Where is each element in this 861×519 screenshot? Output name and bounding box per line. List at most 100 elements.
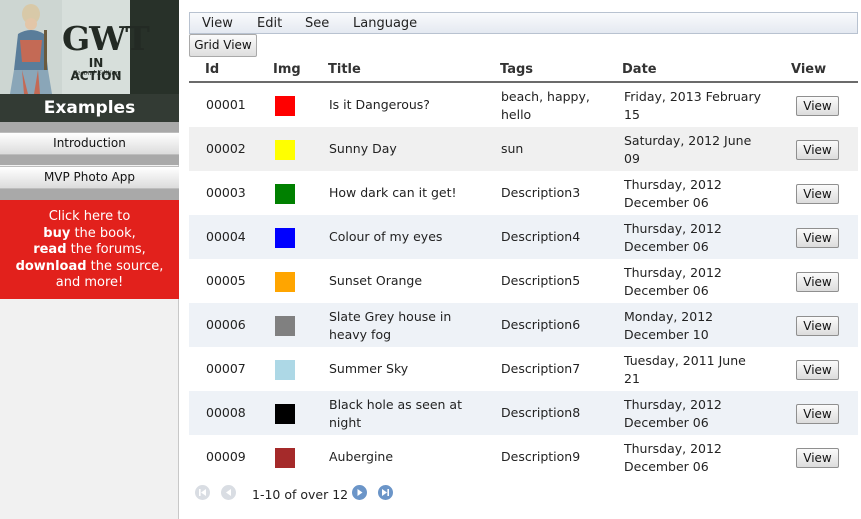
cell-line: Saturday, 2012 June bbox=[624, 133, 752, 148]
column-header-view[interactable]: View bbox=[791, 62, 826, 77]
previous-page-icon[interactable] bbox=[221, 485, 236, 500]
menu-view[interactable]: View bbox=[202, 16, 233, 31]
view-button[interactable]: View bbox=[796, 360, 839, 380]
column-header-id[interactable]: Id bbox=[205, 62, 219, 77]
color-swatch-image[interactable] bbox=[275, 96, 295, 116]
column-header-tags[interactable]: Tags bbox=[500, 62, 533, 77]
table-row-00007[interactable]: 00007 Summer Sky Description7 Tuesday, 2… bbox=[189, 347, 858, 391]
cell-line: How dark can it get! bbox=[329, 185, 457, 200]
cell-line: sun bbox=[501, 141, 524, 156]
first-page-icon[interactable] bbox=[195, 485, 210, 500]
cell-line: Description7 bbox=[501, 361, 581, 376]
table-row-00001[interactable]: 00001 Is it Dangerous? beach, happy, hell… bbox=[189, 83, 858, 127]
last-page-icon[interactable] bbox=[378, 485, 393, 500]
sidebar-divider bbox=[0, 122, 179, 132]
pager-status: 1-10 of over 12 bbox=[252, 487, 349, 502]
cell-title: Summer Sky bbox=[329, 361, 408, 376]
cell-line: 21 bbox=[624, 371, 640, 386]
promo-line: download the source, bbox=[0, 259, 179, 276]
view-button[interactable]: View bbox=[796, 140, 839, 160]
cell-date: Thursday, 2012 December 06 bbox=[624, 396, 722, 432]
cell-title: Is it Dangerous? bbox=[329, 97, 430, 112]
cell-line: Monday, 2012 bbox=[624, 309, 714, 324]
cell-title: Sunny Day bbox=[329, 141, 397, 156]
color-swatch-image[interactable] bbox=[275, 448, 295, 468]
color-swatch-image[interactable] bbox=[275, 360, 295, 380]
cell-line: Summer Sky bbox=[329, 361, 409, 376]
cell-line: beach, happy, bbox=[501, 89, 590, 104]
logo-edition-text: Second Edition bbox=[72, 70, 120, 77]
cell-line: December 06 bbox=[624, 239, 709, 254]
cell-id: 00008 bbox=[206, 405, 246, 420]
cell-line: Description4 bbox=[501, 229, 581, 244]
cell-title: Colour of my eyes bbox=[329, 229, 442, 244]
cell-line: Sunset Orange bbox=[329, 273, 423, 288]
table-row-00003[interactable]: 00003 How dark can it get! Description3 … bbox=[189, 171, 858, 215]
cell-title: Sunset Orange bbox=[329, 273, 422, 288]
menu-edit[interactable]: Edit bbox=[257, 16, 282, 31]
view-button[interactable]: View bbox=[796, 96, 839, 116]
cell-line: 15 bbox=[624, 107, 640, 122]
table-row-00005[interactable]: 00005 Sunset Orange Description5 Thursda… bbox=[189, 259, 858, 303]
table-row-00002[interactable]: 00002 Sunny Day sun Saturday, 2012 June 0… bbox=[189, 127, 858, 171]
promo-download: download bbox=[15, 258, 87, 274]
promo-buy: buy bbox=[43, 225, 71, 241]
cell-tags: beach, happy, hello bbox=[501, 88, 590, 124]
cell-line: Description8 bbox=[501, 405, 581, 420]
view-button[interactable]: View bbox=[796, 272, 839, 292]
table-row-00009[interactable]: 00009 Aubergine Description9 Thursday, 2… bbox=[189, 435, 858, 479]
menu-see[interactable]: See bbox=[305, 16, 329, 31]
table-row-00004[interactable]: 00004 Colour of my eyes Description4 Thu… bbox=[189, 215, 858, 259]
book-cover-illustration bbox=[0, 0, 62, 94]
gwt-in-action-logo[interactable]: GWT IN ACTION Second Edition bbox=[0, 0, 179, 94]
menu-language[interactable]: Language bbox=[353, 16, 417, 31]
cell-line: Slate Grey house in bbox=[329, 309, 452, 324]
view-button[interactable]: View bbox=[796, 316, 839, 336]
cell-date: Thursday, 2012 December 06 bbox=[624, 264, 722, 300]
promo-read-rest: the forums, bbox=[66, 242, 146, 257]
table-row-00008[interactable]: 00008 Black hole as seen at night Descrip… bbox=[189, 391, 858, 435]
cell-line: Is it Dangerous? bbox=[329, 97, 430, 112]
menu-bar: View Edit See Language bbox=[189, 12, 858, 34]
color-swatch-image[interactable] bbox=[275, 228, 295, 248]
cell-tags: Description8 bbox=[501, 405, 580, 420]
cell-title: Slate Grey house in heavy fog bbox=[329, 308, 451, 344]
sidebar-item-mvp-photo-app[interactable]: MVP Photo App bbox=[0, 166, 179, 189]
cell-line: December 10 bbox=[624, 327, 709, 342]
logo-gwt-text: GWT bbox=[62, 19, 150, 58]
sidebar: GWT IN ACTION Second Edition Examples In… bbox=[0, 0, 179, 519]
color-swatch-image[interactable] bbox=[275, 316, 295, 336]
cell-line: Tuesday, 2011 June bbox=[624, 353, 746, 368]
cell-id: 00006 bbox=[206, 317, 246, 332]
cell-tags: Description7 bbox=[501, 361, 580, 376]
color-swatch-image[interactable] bbox=[275, 184, 295, 204]
column-header-img[interactable]: Img bbox=[273, 62, 301, 77]
color-swatch-image[interactable] bbox=[275, 404, 295, 424]
promo-line: read the forums, bbox=[0, 242, 179, 259]
cell-id: 00001 bbox=[206, 97, 246, 112]
view-button[interactable]: View bbox=[796, 228, 839, 248]
cell-line: December 06 bbox=[624, 195, 709, 210]
grid-view-button[interactable]: Grid View bbox=[189, 34, 257, 57]
cell-line: December 06 bbox=[624, 415, 709, 430]
promo-banner[interactable]: Click here to buy the book, read the for… bbox=[0, 200, 179, 299]
column-header-date[interactable]: Date bbox=[622, 62, 657, 77]
next-page-icon[interactable] bbox=[352, 485, 367, 500]
cell-line: heavy fog bbox=[329, 327, 392, 342]
cell-line: Description6 bbox=[501, 317, 581, 332]
view-button[interactable]: View bbox=[796, 448, 839, 468]
cell-line: hello bbox=[501, 107, 532, 122]
cell-date: Thursday, 2012 December 06 bbox=[624, 220, 722, 256]
cell-line: December 06 bbox=[624, 283, 709, 298]
color-swatch-image[interactable] bbox=[275, 140, 295, 160]
sidebar-item-introduction[interactable]: Introduction bbox=[0, 132, 179, 155]
color-swatch-image[interactable] bbox=[275, 272, 295, 292]
view-button[interactable]: View bbox=[796, 184, 839, 204]
cell-line: Description5 bbox=[501, 273, 581, 288]
cell-line: Thursday, 2012 bbox=[624, 265, 722, 280]
cell-title: Aubergine bbox=[329, 449, 393, 464]
table-row-00006[interactable]: 00006 Slate Grey house in heavy fog Descr… bbox=[189, 303, 858, 347]
column-header-title[interactable]: Title bbox=[328, 62, 361, 77]
cell-date: Monday, 2012 December 10 bbox=[624, 308, 713, 344]
view-button[interactable]: View bbox=[796, 404, 839, 424]
